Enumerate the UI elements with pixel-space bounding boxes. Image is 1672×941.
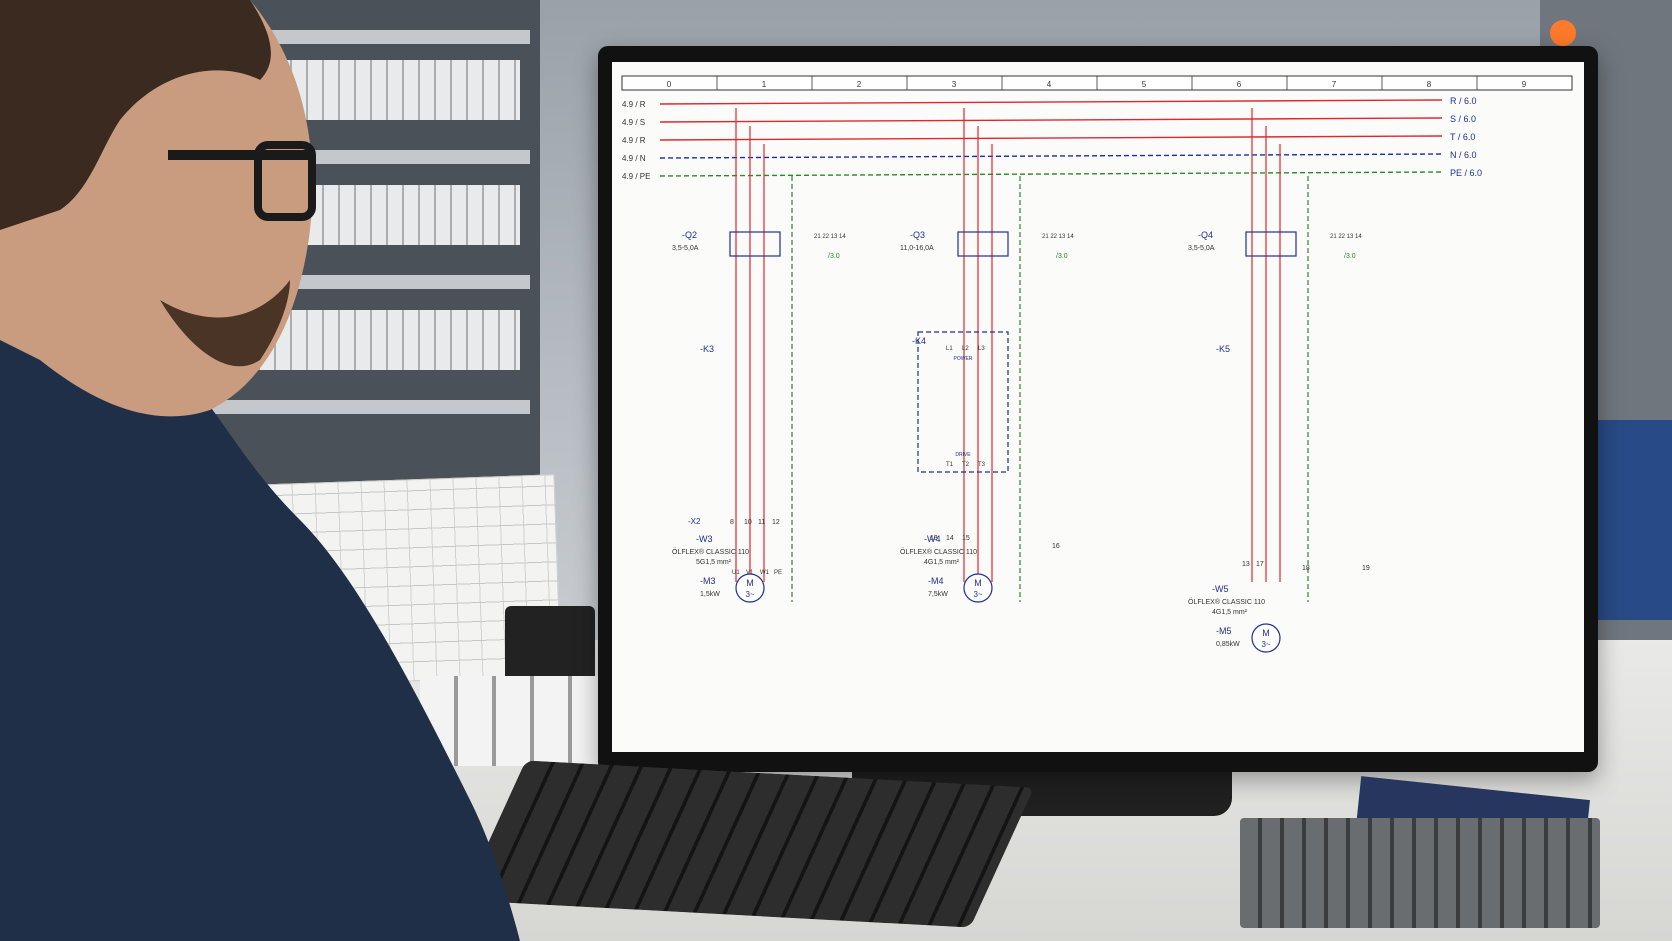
drive-term-top: L3 <box>978 346 985 352</box>
breaker-rating: 11,0-16,0A <box>900 245 934 252</box>
terminal-number: 13 <box>1242 561 1250 568</box>
terminal-number: 13 <box>930 535 938 542</box>
monitor: 0 1 2 3 4 5 6 7 8 9 4.9 / RR / 6.0 4.9 / SS / 6.0 4.… <box>598 46 1598 772</box>
motor-phase: 3~ <box>973 590 982 599</box>
terminal-number: 17 <box>1256 561 1264 568</box>
motor-terminal: PE <box>774 570 782 576</box>
bus-left-label: 4.9 / R <box>622 100 646 109</box>
breaker-tag: -Q3 <box>910 230 925 240</box>
breaker-aux-ref: /3.0 <box>828 253 840 260</box>
drive-bottom-label: DRIVE <box>955 452 971 458</box>
bus-left-label: 4.9 / N <box>622 154 646 163</box>
motor-letter: M <box>746 578 754 588</box>
terminal-number: 14 <box>946 535 954 542</box>
column-number: 2 <box>857 80 862 89</box>
contactor-tag: -K5 <box>1216 344 1230 354</box>
breaker-aux: 21 22 13 14 <box>1042 234 1074 240</box>
cable-tag: -W5 <box>1212 584 1229 594</box>
schematic-drawing: 0 1 2 3 4 5 6 7 8 94.9 / RR / 6.04.9 / SS / 6.04.… <box>621 75 1573 653</box>
motor-tag: -M3 <box>700 576 716 586</box>
motor-power: 7,5kW <box>928 591 948 598</box>
terminal-number: 11 <box>758 519 765 526</box>
cable-tag: -W3 <box>696 534 713 544</box>
motor-terminal: V1 <box>746 570 754 576</box>
cable-type: ÖLFLEX® CLASSIC 110 <box>900 548 977 556</box>
column-number: 4 <box>1047 80 1052 89</box>
bus-right-label: PE / 6.0 <box>1450 168 1482 178</box>
terminal-blocks-right <box>1240 818 1600 928</box>
breaker-aux-ref: /3.0 <box>1056 253 1068 260</box>
terminal-number: 15 <box>962 535 970 542</box>
motor-power: 0,85kW <box>1216 641 1240 648</box>
contactor-tag: -K4 <box>912 336 926 346</box>
motor-phase: 3~ <box>745 590 754 599</box>
drive-term-top: L1 <box>946 346 953 352</box>
motor-tag: -M4 <box>928 576 944 586</box>
terminal-number: 10 <box>744 519 752 526</box>
bus-line <box>659 135 1443 141</box>
cable-type: ÖLFLEX® CLASSIC 110 <box>672 548 749 556</box>
bus-line <box>659 117 1443 123</box>
column-number: 0 <box>667 80 672 89</box>
bus-line <box>659 99 1443 105</box>
bus-left-label: 4.9 / S <box>622 118 645 127</box>
breaker-aux-ref: /3.0 <box>1344 253 1356 260</box>
bus-right-label: N / 6.0 <box>1450 150 1477 160</box>
bus-right-label: T / 6.0 <box>1450 132 1475 142</box>
column-number: 6 <box>1237 80 1242 89</box>
terminal-number: 18 <box>1302 565 1310 572</box>
breaker-symbol <box>957 231 1009 257</box>
person <box>0 0 520 941</box>
bus-line <box>659 171 1443 177</box>
breaker-rating: 3,5-5,0A <box>672 245 699 252</box>
bus-right-label: S / 6.0 <box>1450 114 1476 124</box>
drive-term-bottom: T2 <box>962 462 970 468</box>
column-number: 7 <box>1332 80 1337 89</box>
motor-letter: M <box>974 578 982 588</box>
drive-top-label: POWER <box>954 356 973 362</box>
terminal-number: 16 <box>1052 543 1060 550</box>
motor-terminal: U1 <box>732 570 740 576</box>
bus-left-label: 4.9 / R <box>622 136 646 145</box>
drive-term-top: L2 <box>962 346 969 352</box>
breaker-rating: 3,5-5,0A <box>1188 245 1215 252</box>
cable-size: 5G1,5 mm² <box>696 559 732 566</box>
breaker-aux: 21 22 13 14 <box>814 234 846 240</box>
terminal-number: 12 <box>772 519 780 526</box>
contactor-tag: -K3 <box>700 344 714 354</box>
breaker-tag: -Q4 <box>1198 230 1213 240</box>
cable-type: ÖLFLEX® CLASSIC 110 <box>1188 598 1265 606</box>
bus-left-label: 4.9 / PE <box>622 172 650 181</box>
motor-terminal: W1 <box>760 570 770 576</box>
motor-phase: 3~ <box>1261 640 1270 649</box>
breaker-tag: -Q2 <box>682 230 697 240</box>
cable-size: 4G1,5 mm² <box>924 559 960 566</box>
terminal-number: 8 <box>730 519 734 526</box>
breaker-aux: 21 22 13 14 <box>1330 234 1362 240</box>
column-number: 8 <box>1427 80 1432 89</box>
motor-letter: M <box>1262 628 1270 638</box>
screen: 0 1 2 3 4 5 6 7 8 9 4.9 / RR / 6.0 4.9 / SS / 6.0 4.… <box>612 62 1584 752</box>
column-number: 9 <box>1522 80 1527 89</box>
drive-box <box>917 331 1009 473</box>
motor-tag: -M5 <box>1216 626 1232 636</box>
bus-line <box>659 153 1443 159</box>
terminal-tag: -X2 <box>688 517 701 526</box>
column-number: 5 <box>1142 80 1147 89</box>
terminal-number: 19 <box>1362 565 1370 572</box>
drive-term-bottom: T1 <box>946 462 954 468</box>
bus-right-label: R / 6.0 <box>1450 96 1477 106</box>
motor-power: 1,5kW <box>700 591 720 598</box>
breaker-symbol <box>729 231 781 257</box>
column-number: 3 <box>952 80 957 89</box>
column-number: 1 <box>762 80 767 89</box>
cable-size: 4G1,5 mm² <box>1212 609 1248 616</box>
drive-term-bottom: T3 <box>978 462 986 468</box>
breaker-symbol <box>1245 231 1297 257</box>
